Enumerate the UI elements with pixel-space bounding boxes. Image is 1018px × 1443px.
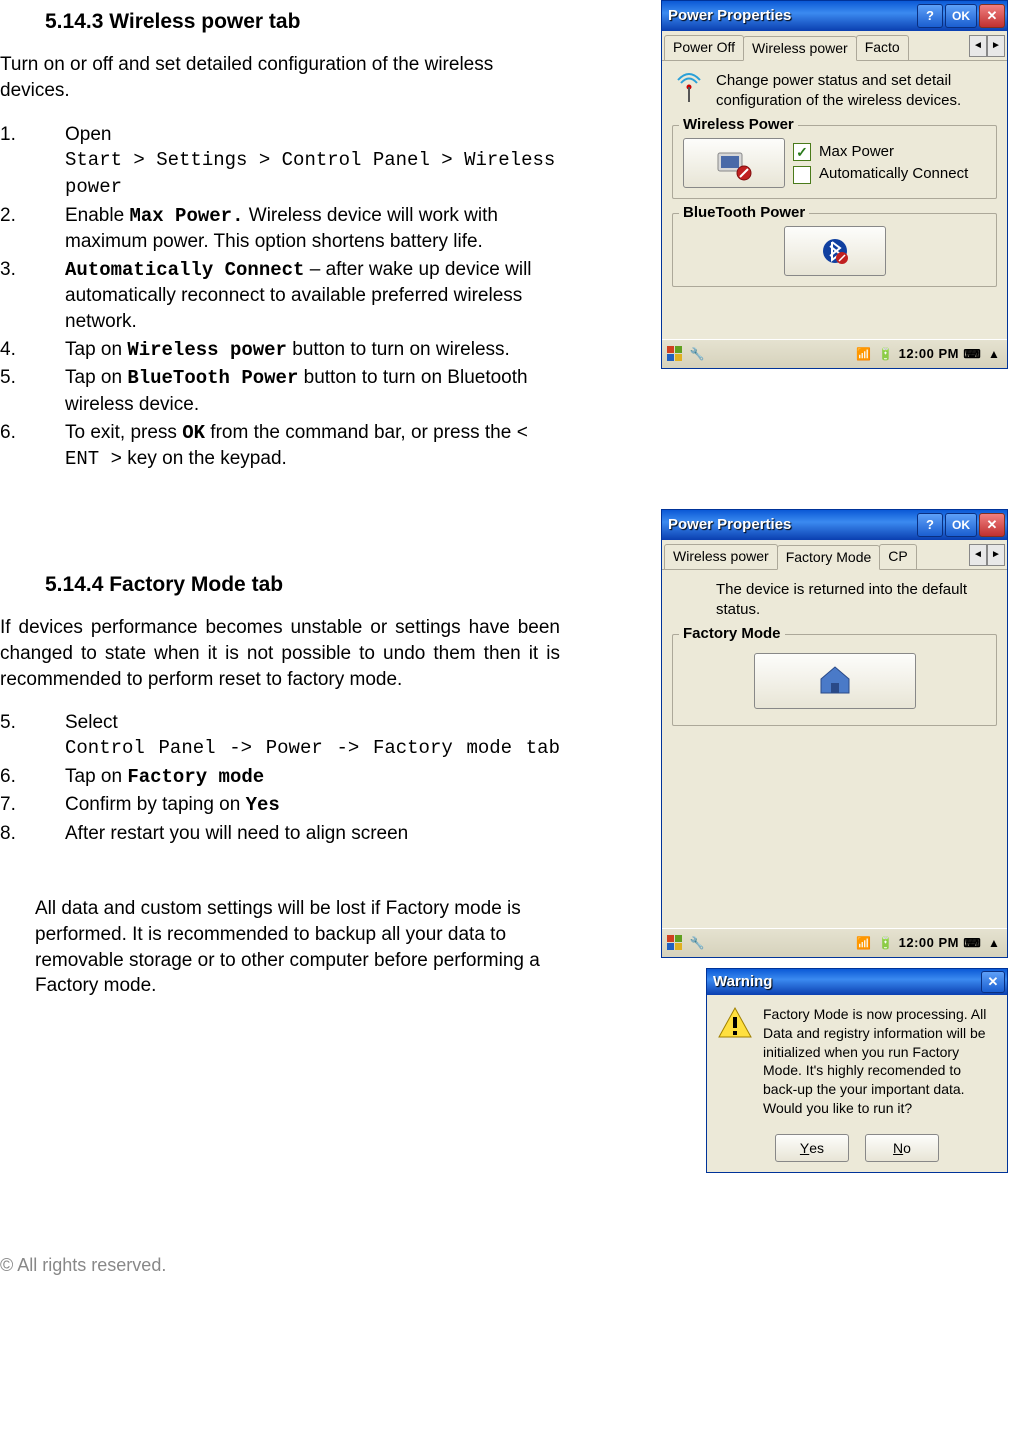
step-7b: 7. Confirm by taping on Yes	[0, 792, 560, 819]
titlebar: Power Properties ? OK ✕	[662, 1, 1007, 31]
step-5: 5. Tap on BlueTooth Power button to turn…	[0, 365, 560, 417]
group-wireless-power: Wireless Power Max Power	[672, 125, 997, 199]
tab-strip: Power Off Wireless power Facto ◄ ►	[662, 31, 1007, 61]
start-icon[interactable]	[666, 934, 684, 952]
taskbar: 🔧 📶 🔋 12:00 PM ⌨ ▲	[662, 339, 1007, 368]
window-title: Warning	[713, 972, 979, 992]
tab-factory-mode[interactable]: Factory Mode	[777, 545, 881, 570]
start-icon[interactable]	[666, 345, 684, 363]
close-button[interactable]: ✕	[981, 971, 1005, 993]
group-factory-mode: Factory Mode	[672, 634, 997, 726]
tab-factory-partial[interactable]: Facto	[856, 35, 909, 60]
close-button[interactable]: ✕	[979, 4, 1005, 28]
ok-button[interactable]: OK	[945, 4, 977, 28]
tray-icon-1[interactable]: 🔧	[688, 345, 706, 363]
step-1: 1. Open Start > Settings > Control Panel…	[0, 122, 560, 201]
window-title: Power Properties	[668, 6, 915, 26]
tab-scroll-left[interactable]: ◄	[969, 544, 987, 566]
tab-wireless-power[interactable]: Wireless power	[664, 544, 778, 569]
group-legend: Wireless Power	[679, 115, 798, 135]
close-button[interactable]: ✕	[979, 513, 1005, 537]
desktop-icon[interactable]: ▲	[985, 345, 1003, 363]
wireless-power-button[interactable]	[683, 138, 785, 188]
wifi-antenna-icon	[672, 71, 706, 105]
window-title: Power Properties	[668, 515, 915, 535]
step-4: 4. Tap on Wireless power button to turn …	[0, 337, 560, 364]
titlebar: Power Properties ? OK ✕	[662, 510, 1007, 540]
help-button[interactable]: ?	[917, 4, 943, 28]
desktop-icon[interactable]: ▲	[985, 934, 1003, 952]
tab-wireless-power[interactable]: Wireless power	[743, 36, 857, 61]
warning-icon	[717, 1005, 753, 1041]
step-2: 2. Enable Max Power. Wireless device wil…	[0, 203, 560, 255]
warning-text: Factory Mode is now processing. All Data…	[763, 1005, 997, 1118]
group-legend: BlueTooth Power	[679, 203, 809, 223]
factory-mode-button[interactable]	[754, 653, 916, 709]
panel-description: Change power status and set detail confi…	[716, 71, 997, 112]
taskbar: 🔧 📶 🔋 12:00 PM ⌨ ▲	[662, 928, 1007, 957]
tab-scroll-left[interactable]: ◄	[969, 35, 987, 57]
intro-text: Turn on or off and set detailed configur…	[0, 52, 560, 103]
tab-power-off[interactable]: Power Off	[664, 35, 744, 60]
sip-icon[interactable]: ⌨	[963, 345, 981, 363]
steps-list-1: 1. Open Start > Settings > Control Panel…	[0, 122, 560, 473]
step-3: 3. Automatically Connect – after wake up…	[0, 257, 560, 335]
tab-cp-partial[interactable]: CP	[879, 544, 916, 569]
step-8b: 8. After restart you will need to align …	[0, 821, 560, 847]
screenshot-wireless-power: Power Properties ? OK ✕ Power Off Wirele…	[661, 0, 1008, 369]
tab-scroll-right[interactable]: ►	[987, 35, 1005, 57]
checkbox-auto-connect[interactable]	[793, 166, 811, 184]
sip-icon[interactable]: ⌨	[963, 934, 981, 952]
steps-list-2: 5. Select Control Panel -> Power -> Fact…	[0, 710, 560, 846]
ok-button[interactable]: OK	[945, 513, 977, 537]
label-auto-connect: Automatically Connect	[819, 164, 968, 184]
group-legend: Factory Mode	[679, 624, 785, 644]
battery-icon: 🔋	[877, 934, 895, 952]
clock: 12:00 PM	[899, 345, 959, 363]
heading-wireless-power: 5.14.3 Wireless power tab	[45, 8, 560, 36]
signal-icon: 📶	[855, 934, 873, 952]
step-5b: 5. Select Control Panel -> Power -> Fact…	[0, 710, 560, 761]
group-bluetooth-power: BlueTooth Power	[672, 213, 997, 287]
intro-text-2: If devices performance becomes unstable …	[0, 615, 560, 692]
checkbox-max-power[interactable]	[793, 143, 811, 161]
clock: 12:00 PM	[899, 934, 959, 952]
warning-dialog: Warning ✕ Factory Mode is now processing…	[706, 968, 1008, 1173]
panel-description: The device is returned into the default …	[716, 580, 997, 621]
footer-copyright: © All rights reserved.	[0, 1173, 1008, 1277]
help-button[interactable]: ?	[917, 513, 943, 537]
tab-scroll-right[interactable]: ►	[987, 544, 1005, 566]
battery-icon: 🔋	[877, 345, 895, 363]
signal-icon: 📶	[855, 345, 873, 363]
yes-button[interactable]: Yes	[775, 1134, 849, 1162]
step-6: 6. To exit, press OK from the command ba…	[0, 420, 560, 473]
heading-factory-mode: 5.14.4 Factory Mode tab	[45, 571, 560, 599]
screenshot-factory-mode: Power Properties ? OK ✕ Wireless power F…	[661, 509, 1008, 958]
step-6b: 6. Tap on Factory mode	[0, 764, 560, 791]
bluetooth-power-button[interactable]	[784, 226, 886, 276]
titlebar: Warning ✕	[707, 969, 1007, 995]
no-button[interactable]: No	[865, 1134, 939, 1162]
tab-strip: Wireless power Factory Mode CP ◄ ►	[662, 540, 1007, 570]
label-max-power: Max Power	[819, 142, 894, 162]
tray-icon-1[interactable]: 🔧	[688, 934, 706, 952]
warning-note: All data and custom settings will be los…	[35, 896, 560, 999]
